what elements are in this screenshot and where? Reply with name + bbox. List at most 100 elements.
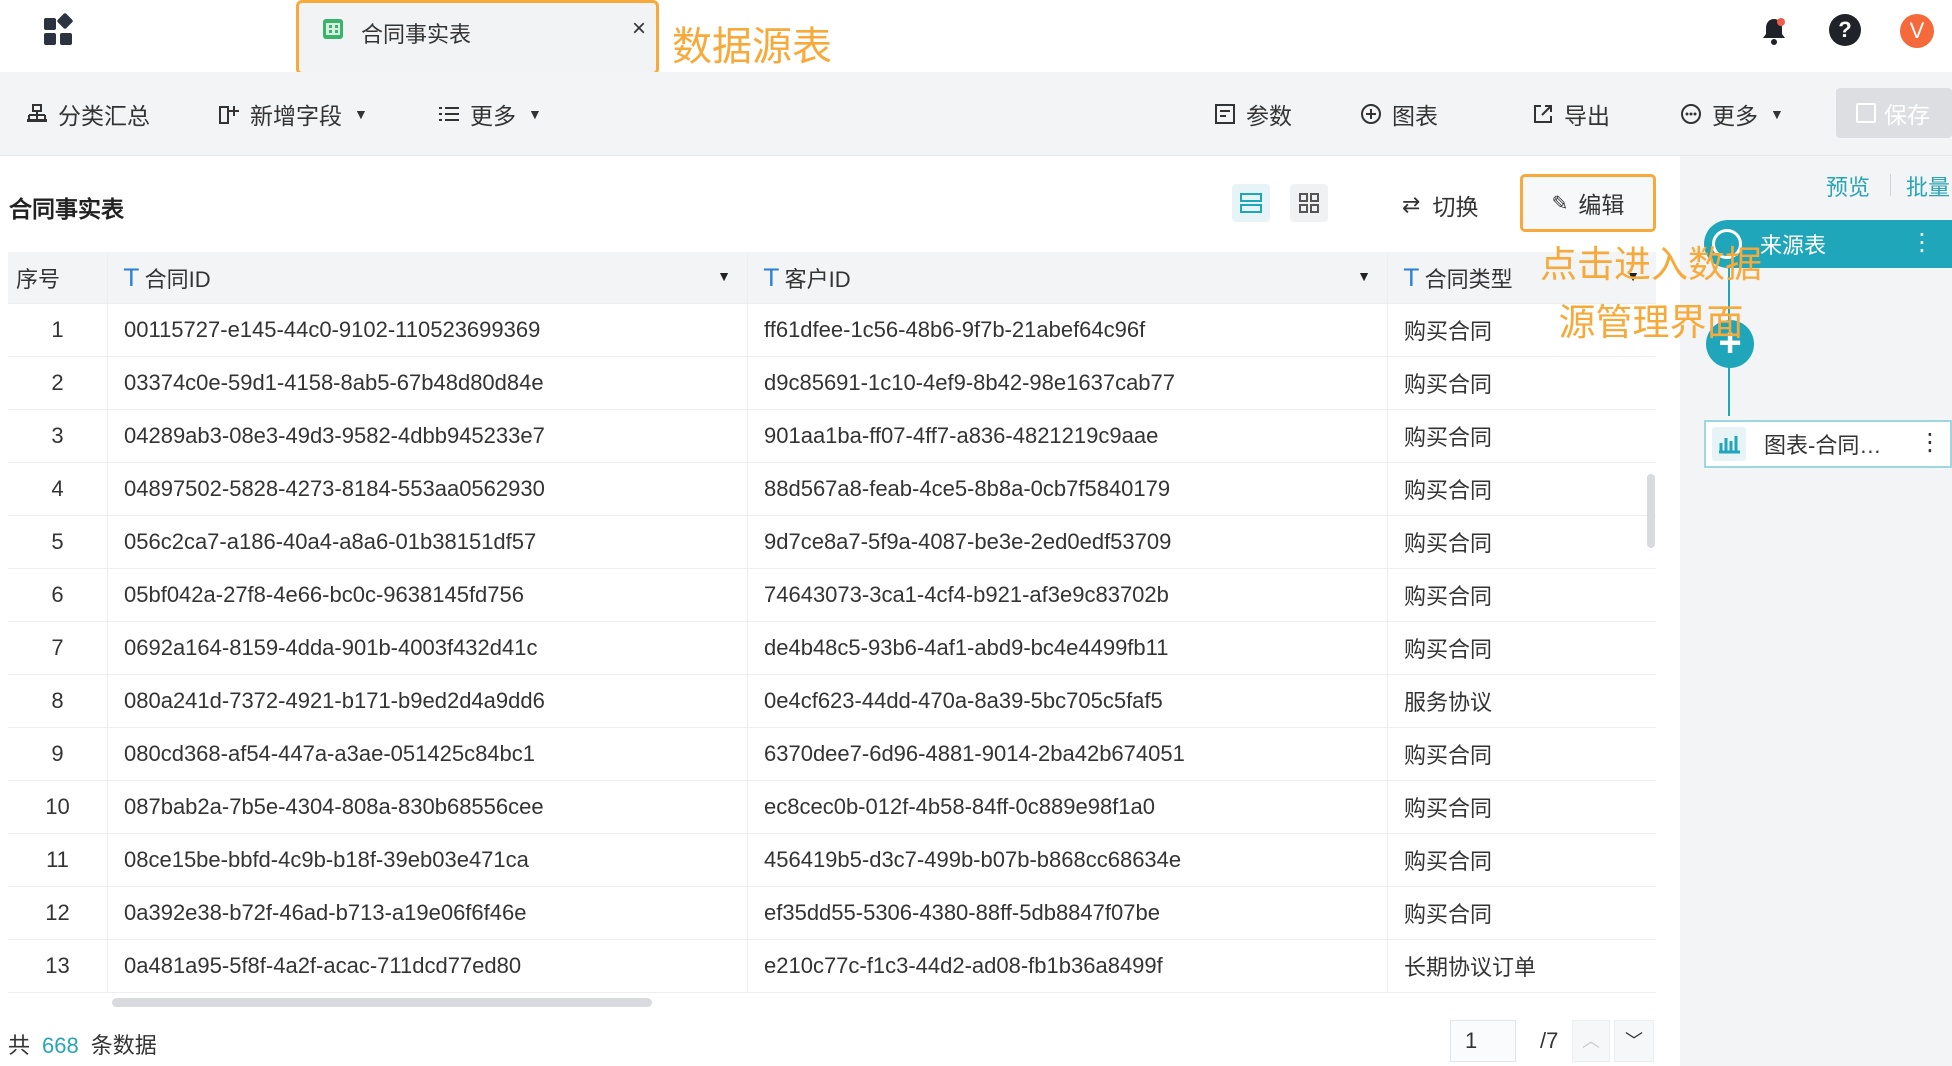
text-type-icon: T (124, 263, 139, 292)
row-index: 8 (8, 675, 108, 727)
list-view-toggle[interactable] (1232, 184, 1270, 222)
more-options-button[interactable]: 更多 ▼ (1680, 96, 1784, 132)
page-total: /7 (1540, 1028, 1559, 1053)
export-icon (1532, 103, 1554, 125)
page-number-input[interactable]: 1 (1450, 1020, 1516, 1062)
table-row[interactable]: 4 04897502-5828-4273-8184-553aa0562930 88d… (8, 463, 1656, 516)
table-row[interactable]: 10 087bab2a-7b5e-4304-808a-830b68556cee ec… (8, 781, 1656, 834)
tab-contract-fact-table[interactable]: 合同事实表 × (296, 0, 659, 75)
params-icon (1214, 103, 1236, 125)
group-summary-label: 分类汇总 (58, 103, 150, 129)
contract-id-cell: 00115727-e145-44c0-9102-110523699369 (108, 304, 748, 356)
table-row[interactable]: 12 0a392e38-b72f-46ad-b713-a19e06f6f46e ef… (8, 887, 1656, 940)
contract-type-cell: 购买合同 (1404, 796, 1493, 821)
table-row[interactable]: 8 080a241d-7372-4921-b171-b9ed2d4a9dd6 0e4… (8, 675, 1656, 728)
chevron-down-icon: ▼ (354, 106, 368, 122)
params-button[interactable]: 参数 (1214, 96, 1292, 132)
contract-id-cell: 04289ab3-08e3-49d3-9582-4dbb945233e7 (108, 410, 748, 462)
vertical-scrollbar[interactable] (1647, 474, 1655, 548)
table-row[interactable]: 3 04289ab3-08e3-49d3-9582-4dbb945233e7 901… (8, 410, 1656, 463)
chevron-down-icon[interactable]: ▼ (1357, 268, 1371, 284)
customer-id-cell: 9d7ce8a7-5f9a-4087-be3e-2ed0edf53709 (748, 516, 1388, 568)
row-index: 12 (8, 887, 108, 939)
table-row[interactable]: 11 08ce15be-bbfd-4c9b-b18f-39eb03e471ca 45… (8, 834, 1656, 887)
customer-id-cell: 456419b5-d3c7-499b-b07b-b868cc68634e (748, 834, 1388, 886)
chart-node[interactable]: 图表-合同… ⋮ (1704, 420, 1952, 468)
list-icon (438, 103, 460, 125)
row-index: 10 (8, 781, 108, 833)
contract-type-cell: 购买合同 (1404, 584, 1493, 609)
add-field-button[interactable]: 新增字段 ▼ (218, 96, 368, 132)
annotation-edit-hint: 点击进入数据源管理界面 (1540, 244, 1762, 343)
contract-id-cell: 03374c0e-59d1-4158-8ab5-67b48d80d84e (108, 357, 748, 409)
pagination-bar: 共 668 条数据 1 /7 ︿ ﹀ (0, 1020, 1680, 1066)
table-row[interactable]: 1 00115727-e145-44c0-9102-110523699369 ff6… (8, 304, 1656, 357)
add-column-icon (218, 103, 240, 125)
plus-circle-icon (1360, 103, 1382, 125)
bell-icon[interactable] (1759, 16, 1789, 46)
record-count-number: 668 (42, 1033, 79, 1058)
contract-type-cell: 购买合同 (1404, 425, 1493, 450)
more-vertical-icon[interactable]: ⋮ (1918, 428, 1942, 457)
row-index: 5 (8, 516, 108, 568)
bar-chart-icon (1712, 427, 1746, 461)
chevron-down-icon: ▼ (528, 106, 542, 122)
app-grid-icon[interactable] (44, 12, 74, 46)
chevron-up-icon[interactable]: ︿ (1572, 1020, 1610, 1062)
customer-id-cell: 88d567a8-feab-4ce5-8b8a-0cb7f5840179 (748, 463, 1388, 515)
page-title: 合同事实表 (9, 196, 124, 222)
group-summary-button[interactable]: 分类汇总 (26, 96, 150, 132)
save-icon (1856, 103, 1876, 123)
switch-label: 切换 (1432, 194, 1479, 220)
contract-id-cell: 04897502-5828-4273-8184-553aa0562930 (108, 463, 748, 515)
contract-id-cell: 056c2ca7-a186-40a4-a8a6-01b38151df57 (108, 516, 748, 568)
row-index: 11 (8, 834, 108, 886)
edit-label: 编辑 (1578, 192, 1625, 218)
horizontal-scrollbar[interactable] (112, 998, 652, 1007)
switch-button[interactable]: ⇄ 切换 (1402, 188, 1478, 222)
row-index: 6 (8, 569, 108, 621)
save-button[interactable]: 保存 (1836, 88, 1952, 138)
contract-id-cell: 0a392e38-b72f-46ad-b713-a19e06f6f46e (108, 887, 748, 939)
more-vertical-icon[interactable]: ⋮ (1910, 228, 1934, 257)
customer-id-cell: 74643073-3ca1-4cf4-b921-af3e9c83702b (748, 569, 1388, 621)
table-row[interactable]: 6 05bf042a-27f8-4e66-bc0c-9638145fd756 746… (8, 569, 1656, 622)
avatar[interactable]: V (1900, 14, 1934, 48)
chevron-down-icon[interactable]: ▼ (717, 268, 731, 284)
row-index: 1 (8, 304, 108, 356)
export-label: 导出 (1564, 103, 1610, 129)
annotation-source-table: 数据源表 (672, 25, 832, 69)
column-header-contract-id[interactable]: T 合同ID ▼ (108, 252, 748, 303)
contract-type-cell: 服务协议 (1404, 690, 1493, 715)
chart-button[interactable]: 图表 (1360, 96, 1438, 132)
column-header-customer-id[interactable]: T 客户ID ▼ (748, 252, 1388, 303)
contract-type-cell: 购买合同 (1404, 478, 1493, 503)
help-icon[interactable]: ? (1829, 14, 1861, 46)
table-row[interactable]: 13 0a481a95-5f8f-4a2f-acac-711dcd77ed80 e2… (8, 940, 1656, 993)
batch-link[interactable]: 批量 (1906, 170, 1950, 202)
chevron-down-icon: ▼ (1770, 106, 1784, 122)
preview-link[interactable]: 预览 (1826, 170, 1870, 202)
close-icon[interactable]: × (626, 15, 652, 43)
customer-id-cell: 901aa1ba-ff07-4ff7-a836-4821219c9aae (748, 410, 1388, 462)
customer-id-cell: ec8cec0b-012f-4b58-84ff-0c889e98f1a0 (748, 781, 1388, 833)
export-button[interactable]: 导出 (1532, 96, 1610, 132)
row-index: 4 (8, 463, 108, 515)
more-circle-icon (1680, 103, 1702, 125)
row-index: 13 (8, 940, 108, 992)
edit-button[interactable]: ✎ 编辑 (1520, 174, 1656, 232)
table-row[interactable]: 7 0692a164-8159-4dda-901b-4003f432d41c de4… (8, 622, 1656, 675)
contract-type-cell: 购买合同 (1404, 902, 1493, 927)
chart-label: 图表 (1392, 103, 1438, 129)
more-menu-button[interactable]: 更多 ▼ (438, 96, 542, 132)
table-row[interactable]: 2 03374c0e-59d1-4158-8ab5-67b48d80d84e d9c… (8, 357, 1656, 410)
contract-id-cell: 080cd368-af54-447a-a3ae-051425c84bc1 (108, 728, 748, 780)
text-type-icon: T (764, 263, 779, 292)
table-row[interactable]: 5 056c2ca7-a186-40a4-a8a6-01b38151df57 9d7… (8, 516, 1656, 569)
grid-view-toggle[interactable] (1290, 184, 1328, 222)
chevron-down-icon[interactable]: ﹀ (1614, 1020, 1654, 1062)
customer-id-cell: ff61dfee-1c56-48b6-9f7b-21abef64c96f (748, 304, 1388, 356)
contract-id-cell: 080a241d-7372-4921-b171-b9ed2d4a9dd6 (108, 675, 748, 727)
row-index: 3 (8, 410, 108, 462)
table-row[interactable]: 9 080cd368-af54-447a-a3ae-051425c84bc1 637… (8, 728, 1656, 781)
